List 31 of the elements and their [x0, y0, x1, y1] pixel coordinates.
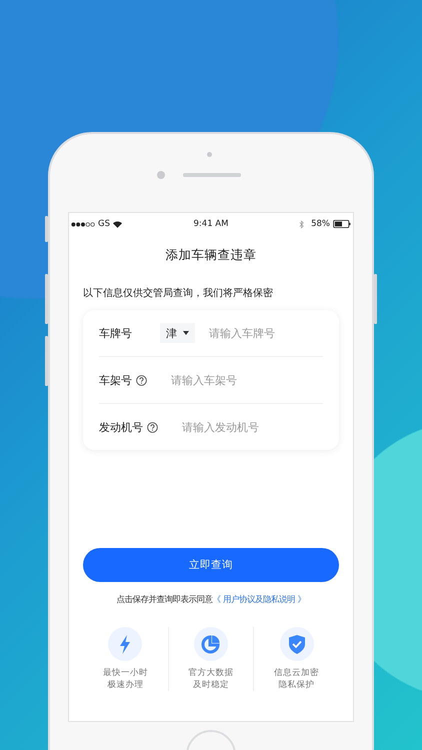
carrier-name: GS [98, 219, 110, 229]
help-icon[interactable] [136, 374, 147, 386]
lightning-icon [108, 627, 142, 661]
field-label: 车架号 [99, 372, 132, 388]
feature-text: 极速办理 [107, 679, 144, 691]
feature-text: 官方大数据 [188, 667, 234, 679]
field-label: 发动机号 [99, 420, 143, 434]
feature-text: 及时稳定 [193, 679, 229, 691]
pie-chart-icon [194, 627, 228, 661]
camera-dot [157, 171, 165, 179]
caret-icon [183, 331, 189, 335]
field-label: 车牌号 [99, 326, 132, 340]
search-button[interactable]: 立即查询 [83, 548, 339, 582]
speaker-grille [183, 173, 241, 177]
feature-text: 信息云加密 [274, 667, 320, 679]
front-sensor [207, 152, 212, 157]
agreement-link[interactable]: 《 用户协议及隐私说明 》 [212, 594, 306, 604]
notice-text: 以下信息仅供交管局查询，我们将严格保密 [83, 286, 274, 300]
status-time: 9:41 AM [194, 219, 228, 229]
shield-check-icon [280, 627, 314, 661]
agreement-text: 点击保存并查询即表示同意《 用户协议及隐私说明 》 [115, 594, 307, 605]
feature-text: 最快一小时 [102, 667, 148, 679]
battery-icon [332, 220, 351, 228]
page-title: 添加车辆查违章 [164, 247, 258, 264]
wifi-icon [112, 220, 122, 228]
signal-icon [71, 222, 95, 226]
battery-percent: 58% [311, 219, 330, 229]
feature-text: 隐私保护 [278, 679, 315, 691]
bluetooth-icon [299, 220, 304, 228]
province-dropdown[interactable]: 津 [160, 323, 195, 343]
help-icon[interactable] [147, 422, 158, 432]
